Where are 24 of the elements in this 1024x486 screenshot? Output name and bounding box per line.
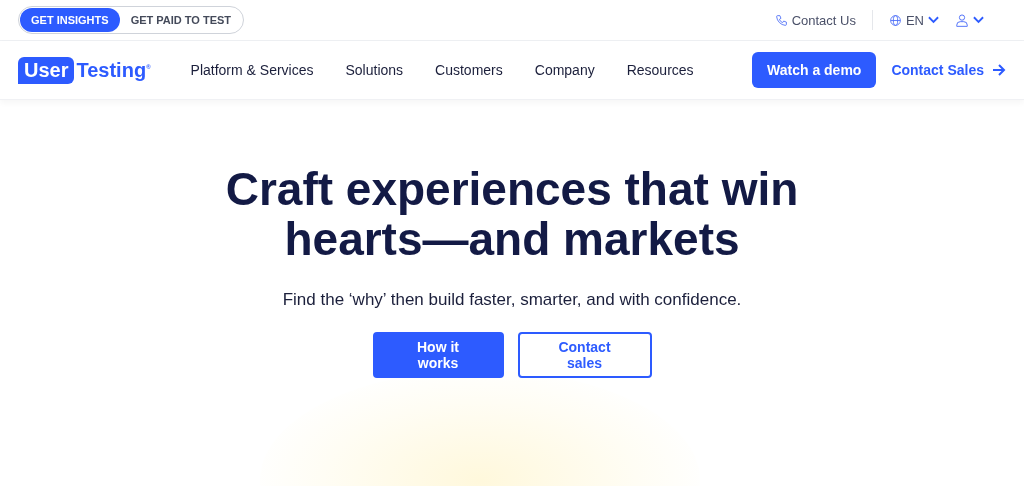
chevron-down-icon (973, 16, 984, 24)
arrow-right-icon (992, 64, 1006, 76)
globe-icon (888, 13, 902, 27)
language-selector[interactable]: EN (888, 12, 939, 28)
watch-demo-button[interactable]: Watch a demo (752, 52, 877, 88)
nav-link[interactable]: Platform & Services (190, 62, 314, 78)
contact-sales-link[interactable]: Contact Sales (891, 62, 1006, 78)
chevron-down-icon (928, 16, 939, 24)
subtitle: Find the ‘why’ then build faster, smarter, and with confidence. (282, 290, 742, 310)
user-icon (955, 12, 969, 28)
nav-link[interactable]: Solutions (345, 62, 404, 78)
headline: Craft experiences that win (225, 164, 799, 214)
nav-link[interactable]: Resources (626, 62, 694, 78)
logo[interactable]: User Testing$^{®}$ (18, 56, 151, 84)
hero-button[interactable]: How it works (372, 332, 504, 378)
account-menu[interactable] (955, 12, 984, 28)
phone-icon (774, 13, 788, 27)
audience-tab[interactable]: GET PAID TO TEST (119, 8, 243, 32)
contact-us-link[interactable]: Contact Us (774, 12, 856, 28)
nav-link[interactable]: Company (534, 62, 595, 78)
hero-button[interactable]: Contact sales (517, 332, 652, 378)
audience-tab[interactable]: GET INSIGHTS (20, 8, 120, 32)
nav-link[interactable]: Customers (435, 62, 503, 78)
headline: hearts—and markets (284, 214, 740, 264)
